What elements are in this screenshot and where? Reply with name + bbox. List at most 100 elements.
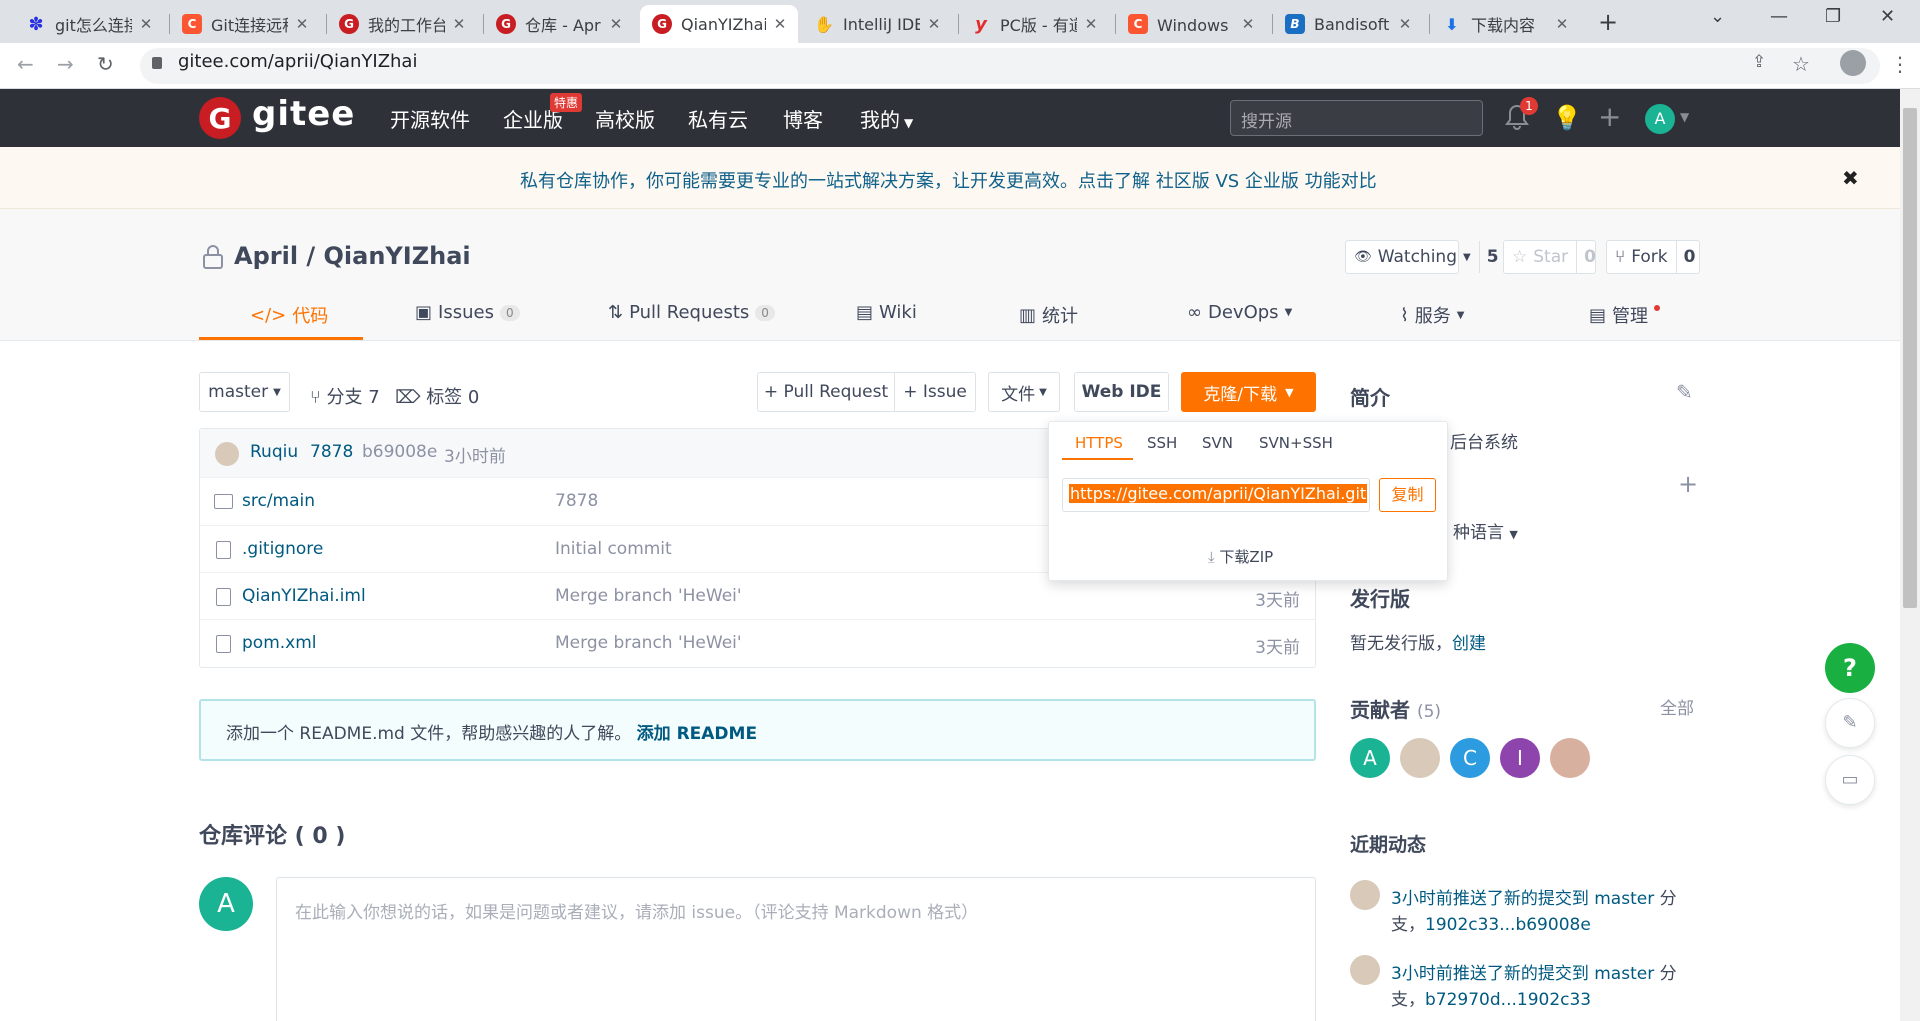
new-tab-button[interactable]: + — [1598, 8, 1618, 36]
web-ide-button[interactable]: Web IDE — [1074, 372, 1169, 412]
browser-tab[interactable]: G 我的工作台 ✕ — [327, 5, 477, 43]
window-close-button[interactable]: ✕ — [1880, 6, 1895, 27]
star-button[interactable]: ☆ Star 0 — [1503, 240, 1596, 274]
activity-commit-range[interactable]: b72970d...1902c33 — [1425, 990, 1591, 1010]
contributor-avatar[interactable]: C — [1450, 738, 1490, 778]
search-input[interactable]: 搜开源 — [1230, 100, 1483, 136]
close-icon[interactable]: ✕ — [451, 15, 467, 33]
language-dropdown[interactable]: 种语言 ▼ — [1453, 518, 1518, 543]
browser-tab[interactable]: G 仓库 - April ✕ — [484, 5, 634, 43]
contributor-avatar[interactable]: A — [1350, 738, 1390, 778]
lightbulb-icon[interactable]: 💡 — [1552, 104, 1582, 132]
close-icon[interactable]: ✕ — [1083, 15, 1099, 33]
tab-https[interactable]: HTTPS — [1075, 434, 1123, 452]
table-row[interactable]: pom.xml Merge branch 'HeWei' 3天前 — [200, 619, 1315, 666]
tab-issues[interactable]: ▣ Issues 0 — [415, 302, 520, 323]
nav-mine[interactable]: 我的 ▼ — [860, 104, 913, 133]
plus-icon[interactable]: + — [1678, 470, 1698, 498]
tab-services[interactable]: ⌇ 服务 ▼ — [1400, 302, 1465, 328]
reload-icon[interactable]: ↻ — [97, 52, 114, 76]
file-name[interactable]: pom.xml — [242, 633, 317, 653]
new-pull-request-button[interactable]: + Pull Request — [757, 372, 895, 412]
create-release-link[interactable]: 创建 — [1452, 634, 1486, 654]
tab-search-chevron-icon[interactable]: ⌄ — [1710, 6, 1725, 27]
file-name[interactable]: QianYIZhai.iml — [242, 586, 366, 606]
contributor-avatar[interactable]: I — [1500, 738, 1540, 778]
gitee-logo-icon[interactable]: G — [199, 97, 241, 139]
close-icon[interactable]: ✕ — [1554, 15, 1570, 33]
watch-button[interactable]: 👁 Watching ▼ 5 — [1345, 240, 1499, 274]
clone-url-field[interactable]: https://gitee.com/aprii/QianYIZhai.git — [1062, 478, 1370, 512]
tab-manage[interactable]: ▤ 管理 — [1589, 302, 1661, 328]
help-button[interactable]: ? — [1825, 643, 1875, 693]
tab-devops[interactable]: ∞ DevOps ▼ — [1187, 302, 1292, 323]
close-icon[interactable]: ✕ — [926, 15, 942, 33]
browser-tab[interactable]: C Git连接远程 ✕ — [170, 5, 320, 43]
close-icon[interactable]: ✕ — [1397, 15, 1413, 33]
plus-icon[interactable]: + — [1598, 100, 1621, 133]
commit-author[interactable]: Ruqiu — [250, 442, 298, 462]
tab-wiki[interactable]: ▤ Wiki — [856, 302, 917, 323]
close-icon[interactable]: ✕ — [1240, 15, 1256, 33]
file-menu-button[interactable]: 文件 ▼ — [988, 372, 1060, 412]
file-name[interactable]: src/main — [242, 491, 315, 511]
activity-avatar[interactable] — [1350, 880, 1380, 910]
repo-title[interactable]: April / QianYIZhai — [234, 242, 471, 270]
copy-button[interactable]: 复制 — [1379, 478, 1436, 512]
browser-tab[interactable]: ✋ IntelliJ IDE ✕ — [802, 5, 952, 43]
new-issue-button[interactable]: + Issue — [894, 372, 976, 412]
close-icon[interactable]: ✕ — [138, 15, 154, 33]
close-icon[interactable]: ✖ — [1842, 166, 1859, 190]
commit-hash[interactable]: b69008e — [362, 442, 437, 462]
tab-svn[interactable]: SVN — [1202, 434, 1233, 452]
tab-code[interactable]: </> 代码 — [250, 302, 328, 328]
file-name[interactable]: .gitignore — [242, 539, 323, 559]
tab-ssh[interactable]: SSH — [1147, 434, 1177, 452]
download-zip-link[interactable]: ⤓ 下载ZIP — [1208, 546, 1273, 567]
add-readme-link[interactable]: 添加 README — [637, 724, 757, 744]
tab-pull-requests[interactable]: ⇅ Pull Requests 0 — [608, 302, 775, 323]
minimize-button[interactable]: — — [1770, 6, 1788, 27]
notice-text[interactable]: 私有仓库协作，你可能需要更专业的一站式解决方案，让开发更高效。点击了解 社区版 … — [520, 167, 1377, 193]
avatar[interactable]: A — [1645, 104, 1675, 134]
activity-avatar[interactable] — [1350, 955, 1380, 985]
activity-branch-link[interactable]: master — [1594, 889, 1654, 909]
activity-commit-range[interactable]: 1902c33...b69008e — [1425, 915, 1591, 935]
nav-private-cloud[interactable]: 私有云 — [688, 104, 748, 133]
star-bookmark-icon[interactable]: ☆ — [1792, 52, 1810, 76]
contributor-avatar[interactable] — [1550, 738, 1590, 778]
commit-message[interactable]: 7878 — [310, 442, 353, 462]
close-icon[interactable]: ✕ — [772, 15, 788, 33]
nav-open-source[interactable]: 开源软件 — [390, 104, 470, 133]
forward-arrow-icon[interactable]: → — [57, 52, 74, 76]
close-icon[interactable]: ✕ — [294, 15, 310, 33]
url-text[interactable]: gitee.com/aprii/QianYIZhai — [178, 51, 417, 72]
commit-author-avatar[interactable] — [215, 442, 239, 466]
contributors-all-link[interactable]: 全部 — [1660, 694, 1694, 719]
comment-textarea[interactable]: 在此输入你想说的话，如果是问题或者建议，请添加 issue。（评论支持 Mark… — [276, 877, 1316, 1021]
edit-icon[interactable]: ✎ — [1676, 380, 1693, 404]
feedback-edit-icon[interactable]: ✎ — [1825, 698, 1875, 748]
browser-tab[interactable]: ✽ git怎么连接 ✕ — [14, 5, 164, 43]
chat-icon[interactable]: ▭ — [1825, 755, 1875, 805]
tags-link[interactable]: ⌦ 标签 0 — [395, 383, 479, 409]
tab-svn-ssh[interactable]: SVN+SSH — [1259, 434, 1333, 452]
tab-stats[interactable]: ▥ 统计 — [1019, 302, 1078, 328]
file-commit-message[interactable]: Merge branch 'HeWei' — [555, 633, 742, 653]
share-icon[interactable]: ⇪ — [1752, 52, 1766, 72]
browser-tab[interactable]: y PC版 - 有道 ✕ — [959, 5, 1109, 43]
branches-link[interactable]: ⑂ 分支 7 — [310, 383, 380, 409]
file-commit-message[interactable]: 7878 — [555, 491, 598, 511]
file-commit-message[interactable]: Initial commit — [555, 539, 672, 559]
fork-button[interactable]: ⑂ Fork 0 — [1606, 240, 1700, 274]
caret-down-icon[interactable]: ▼ — [1680, 110, 1689, 124]
scrollbar-thumb[interactable] — [1903, 108, 1917, 608]
menu-dots-icon[interactable]: ⋮ — [1890, 52, 1910, 76]
path-name[interactable]: main — [273, 491, 315, 511]
browser-tab[interactable]: B Bandisoft ✕ — [1273, 5, 1423, 43]
maximize-button[interactable]: ❐ — [1825, 6, 1841, 27]
nav-blog[interactable]: 博客 — [783, 104, 823, 133]
activity-branch-link[interactable]: master — [1594, 964, 1654, 984]
back-arrow-icon[interactable]: ← — [17, 52, 34, 76]
nav-university[interactable]: 高校版 — [595, 104, 655, 133]
